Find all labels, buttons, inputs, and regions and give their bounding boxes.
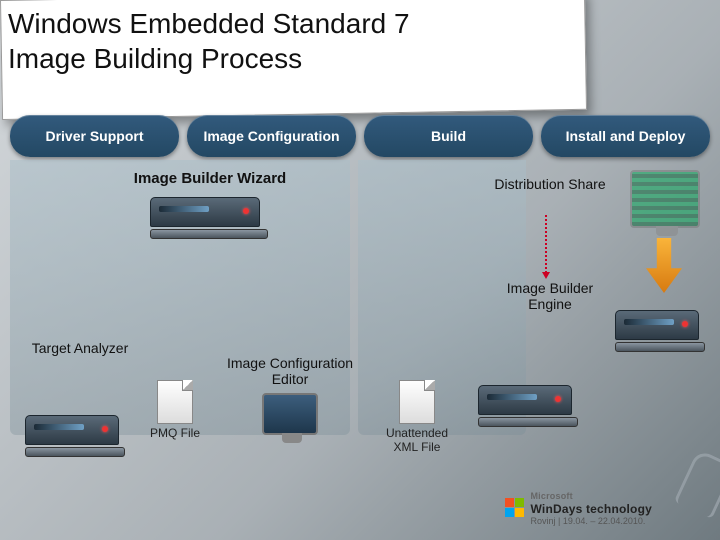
file-icon bbox=[157, 380, 193, 424]
file-icon bbox=[399, 380, 435, 424]
device-icon bbox=[615, 310, 705, 355]
device-icon bbox=[478, 385, 578, 430]
node-unattended-xml-file: Unattended XML File bbox=[382, 380, 452, 454]
device-icon bbox=[25, 415, 125, 460]
footer-product: WinDays technology bbox=[530, 502, 652, 516]
node-image-configuration-editor: Image Configuration Editor bbox=[225, 355, 355, 435]
device-icon bbox=[150, 197, 270, 242]
page-title: Windows Embedded Standard 7 Image Buildi… bbox=[8, 6, 410, 76]
node-image-builder-engine: Image Builder Engine bbox=[490, 280, 610, 312]
stage-label-install: Install and Deploy bbox=[541, 115, 710, 157]
arrow-down-icon bbox=[646, 238, 682, 293]
node-target-analyzer: Target Analyzer bbox=[25, 340, 135, 356]
microsoft-logo-icon bbox=[505, 498, 524, 517]
stage-driver: Driver Support bbox=[10, 115, 179, 157]
footer-brand: Microsoft bbox=[530, 491, 572, 501]
footer-date-location: Rovinj | 19.04. – 22.04.2010. bbox=[530, 516, 652, 526]
distribution-share-label: Distribution Share bbox=[494, 176, 605, 192]
footer-branding: Microsoft WinDays technology Rovinj | 19… bbox=[505, 488, 652, 526]
ice-label: Image Configuration Editor bbox=[227, 355, 353, 387]
terminal-icon bbox=[630, 170, 700, 228]
node-image-builder-wizard: Image Builder Wizard bbox=[70, 170, 350, 242]
pmq-file-label: PMQ File bbox=[150, 426, 200, 440]
stage-row: Driver Support Image Configuration Build… bbox=[10, 115, 710, 157]
node-pmq-file: PMQ File bbox=[140, 380, 210, 440]
stage-install: Install and Deploy bbox=[541, 115, 710, 157]
title-line2: Image Building Process bbox=[8, 43, 302, 74]
xml-file-label: Unattended XML File bbox=[386, 426, 448, 454]
monitor-icon bbox=[262, 393, 318, 435]
engine-label: Image Builder Engine bbox=[507, 280, 593, 312]
stage-label-config: Image Configuration bbox=[187, 115, 356, 157]
stage-label-build: Build bbox=[364, 115, 533, 157]
title-line1: Windows Embedded Standard 7 bbox=[8, 8, 410, 39]
stage-config: Image Configuration bbox=[187, 115, 356, 157]
target-analyzer-label: Target Analyzer bbox=[32, 340, 129, 356]
footer-text: Microsoft WinDays technology Rovinj | 19… bbox=[530, 488, 652, 526]
dotted-arrow-down-icon bbox=[545, 215, 547, 277]
paperclip-icon bbox=[674, 449, 720, 519]
wizard-label: Image Builder Wizard bbox=[70, 170, 350, 187]
stage-build: Build bbox=[364, 115, 533, 157]
node-distribution-share: Distribution Share bbox=[490, 176, 610, 192]
stage-label-driver: Driver Support bbox=[10, 115, 179, 157]
